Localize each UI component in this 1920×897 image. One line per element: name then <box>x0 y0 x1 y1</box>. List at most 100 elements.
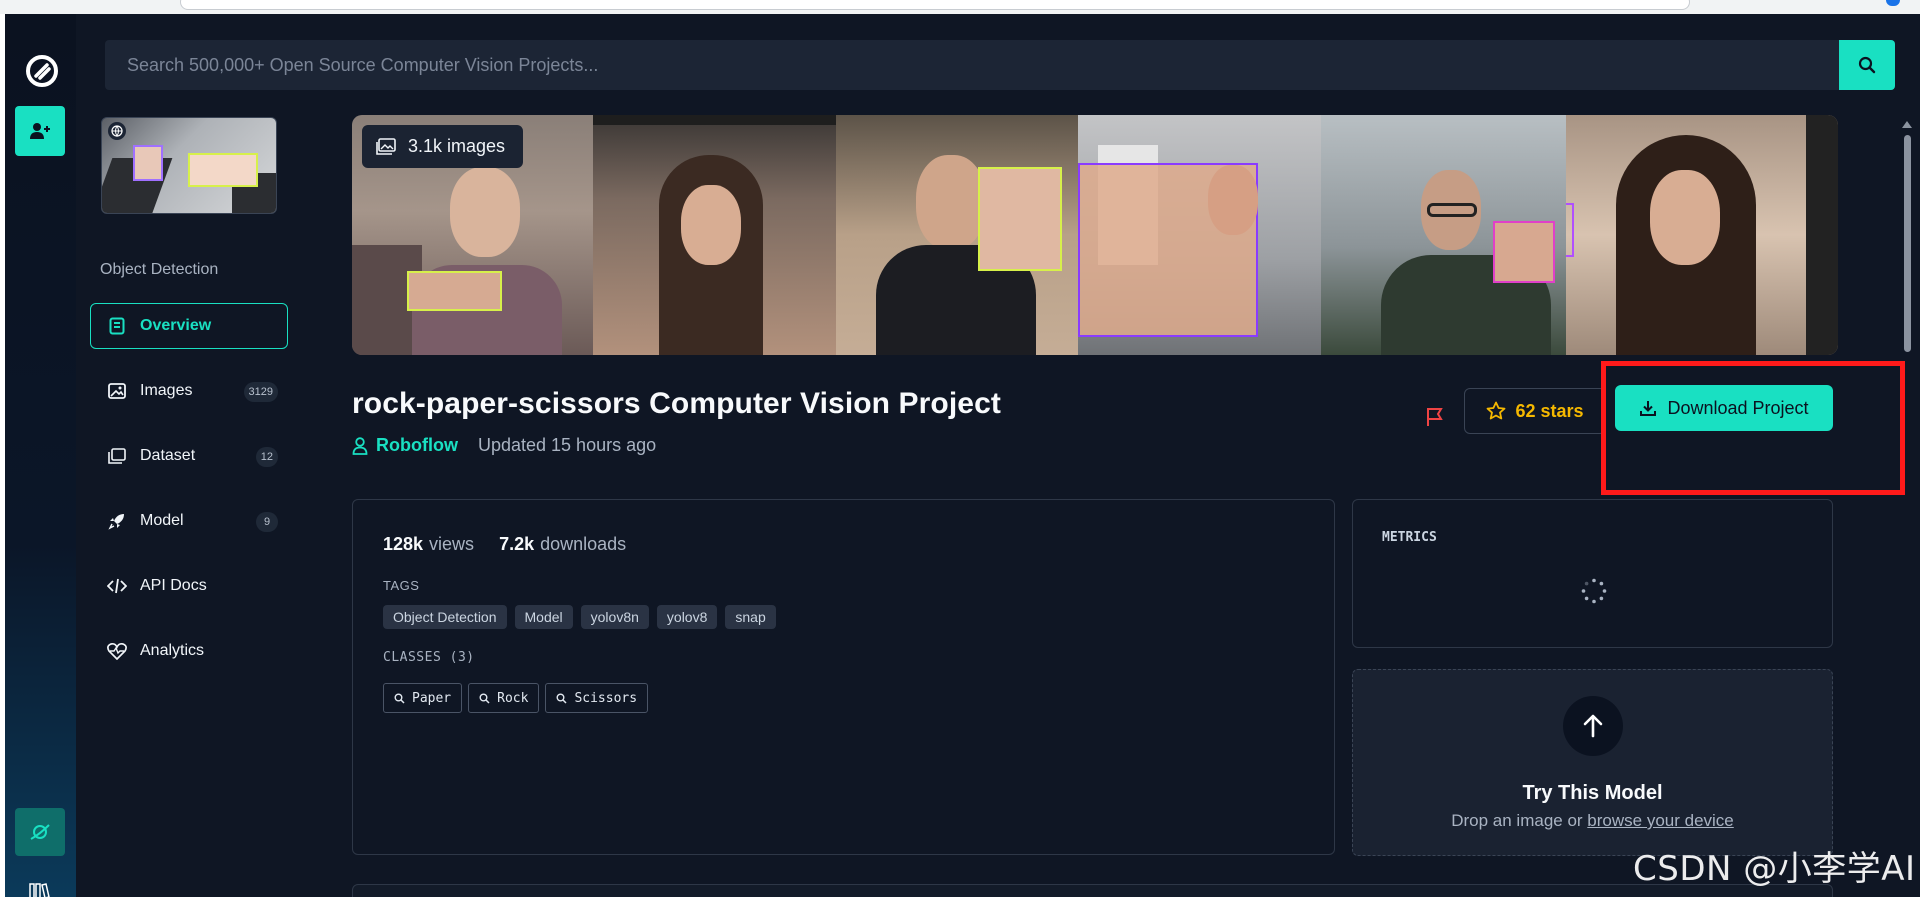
address-bar[interactable] <box>180 0 1690 10</box>
add-user-icon <box>30 123 50 139</box>
nav-item-label: API Docs <box>140 577 207 594</box>
sample-image <box>836 115 1078 355</box>
class-chip-paper[interactable]: Paper <box>383 683 463 713</box>
report-flag-icon[interactable] <box>1424 406 1446 428</box>
try-model-heading: Try This Model <box>1522 782 1663 804</box>
public-globe-icon <box>108 122 126 140</box>
downloads-stat: 7.2k downloads <box>499 534 627 554</box>
search-input[interactable] <box>105 40 1840 90</box>
tag-chip[interactable]: Object Detection <box>383 605 507 629</box>
nav-item-images[interactable]: Images 3129 <box>90 368 288 414</box>
tags-list: Object Detection Model yolov8n yolov8 sn… <box>383 605 784 629</box>
heart-pulse-icon <box>106 640 128 662</box>
bbox-rock <box>1493 221 1555 283</box>
code-icon <box>106 575 128 597</box>
scrollbar-thumb[interactable] <box>1904 135 1911 352</box>
rocket-icon <box>106 510 128 532</box>
sample-image <box>1078 115 1321 355</box>
project-info-card: 128k views 7.2k downloads TAGS Object Dete… <box>352 499 1335 855</box>
edge-shape <box>1806 115 1838 355</box>
face-shape <box>450 167 520 257</box>
face-shape <box>1208 165 1258 235</box>
project-thumbnail[interactable] <box>101 117 277 214</box>
glasses-shape <box>1427 203 1477 217</box>
tag-chip[interactable]: yolov8 <box>656 605 718 629</box>
sample-image <box>1566 115 1838 355</box>
tag-chip[interactable]: Model <box>514 605 573 629</box>
nav-item-label: Model <box>140 512 184 529</box>
page-title: rock-paper-scissors Computer Vision Proj… <box>352 387 1001 420</box>
nav-item-model[interactable]: Model 9 <box>90 498 288 544</box>
count-badge: 12 <box>255 447 278 467</box>
bbox-paper <box>407 271 502 311</box>
image-count-badge: 3.1k images <box>362 125 524 168</box>
library-icon[interactable] <box>29 882 51 897</box>
tag-chip[interactable]: snap <box>725 605 776 629</box>
browser-toolbar <box>0 0 1920 14</box>
discover-button[interactable] <box>15 808 65 856</box>
search-button[interactable] <box>1839 40 1895 90</box>
project-type-label: Object Detection <box>100 261 219 278</box>
classes-label: CLASSES (3) <box>383 650 475 665</box>
count-badge: 9 <box>256 512 278 532</box>
sample-image <box>593 115 836 355</box>
try-model-text: Drop an image or browse your device <box>1451 811 1734 830</box>
loading-spinner-icon <box>1581 578 1607 604</box>
metrics-card: METRICS <box>1352 499 1833 648</box>
profile-icon[interactable] <box>1886 0 1900 6</box>
dataset-icon <box>106 445 128 467</box>
project-owner-row: Roboflow Updated 15 hours ago <box>352 435 656 456</box>
nav-item-analytics[interactable]: Analytics <box>90 628 288 674</box>
image-count-label: 3.1k images <box>408 136 506 156</box>
search-icon <box>1858 56 1876 74</box>
scroll-up-arrow-icon[interactable] <box>1902 121 1912 128</box>
thumbnail-bbox-rock <box>133 145 163 181</box>
class-chip-rock[interactable]: Rock <box>468 683 540 713</box>
planet-icon <box>30 824 50 840</box>
face-shape <box>1650 170 1720 265</box>
search-icon <box>479 693 490 704</box>
views-stat: 128k views <box>383 534 475 554</box>
app-window: Object Detection Overview Images 3129 Da… <box>5 14 1920 897</box>
watermark-text: CSDN @小李学AI <box>1633 849 1916 889</box>
sample-image <box>1321 115 1566 355</box>
face-shape <box>681 185 741 265</box>
project-stats: 128k views 7.2k downloads <box>383 534 651 555</box>
star-count-label: 62 stars <box>1515 400 1584 421</box>
nav-item-label: Overview <box>140 317 212 334</box>
face-shape <box>916 155 986 250</box>
search-icon <box>394 693 405 704</box>
next-section-card <box>352 884 1833 897</box>
owner-link[interactable]: Roboflow <box>376 435 458 456</box>
nav-item-overview[interactable]: Overview <box>90 303 288 349</box>
overview-icon <box>106 315 128 337</box>
images-icon <box>106 380 128 402</box>
bbox-paper <box>978 167 1062 271</box>
upload-button[interactable] <box>1563 696 1623 756</box>
nav-item-label: Images <box>140 382 193 399</box>
nav-item-api-docs[interactable]: API Docs <box>90 563 288 609</box>
metrics-label: METRICS <box>1382 530 1437 545</box>
tags-label: TAGS <box>383 578 420 593</box>
invite-user-button[interactable] <box>15 106 65 156</box>
search-icon <box>556 693 567 704</box>
nav-item-dataset[interactable]: Dataset 12 <box>90 433 288 479</box>
search-bar <box>105 40 1895 90</box>
star-project-button[interactable]: 62 stars <box>1464 388 1606 434</box>
thumbnail-bbox-paper <box>188 153 258 187</box>
tag-chip[interactable]: yolov8n <box>580 605 649 629</box>
try-model-dropzone[interactable]: Try This Model Drop an image or browse y… <box>1352 669 1833 856</box>
sample-images-strip[interactable]: 3.1k images <box>352 115 1838 355</box>
nav-item-label: Analytics <box>140 642 205 659</box>
nav-item-label: Dataset <box>140 447 196 464</box>
star-icon <box>1486 401 1506 421</box>
updated-timestamp: Updated 15 hours ago <box>477 435 657 455</box>
browse-device-link[interactable]: browse your device <box>1587 811 1733 830</box>
class-chip-scissors[interactable]: Scissors <box>545 683 649 713</box>
page-scrollbar[interactable] <box>1900 121 1914 371</box>
arrow-up-icon <box>1583 714 1603 738</box>
bbox-partial <box>1566 203 1574 257</box>
user-icon <box>352 436 368 455</box>
roboflow-logo-icon[interactable] <box>25 54 59 88</box>
classes-list: Paper Rock Scissors <box>383 683 654 713</box>
